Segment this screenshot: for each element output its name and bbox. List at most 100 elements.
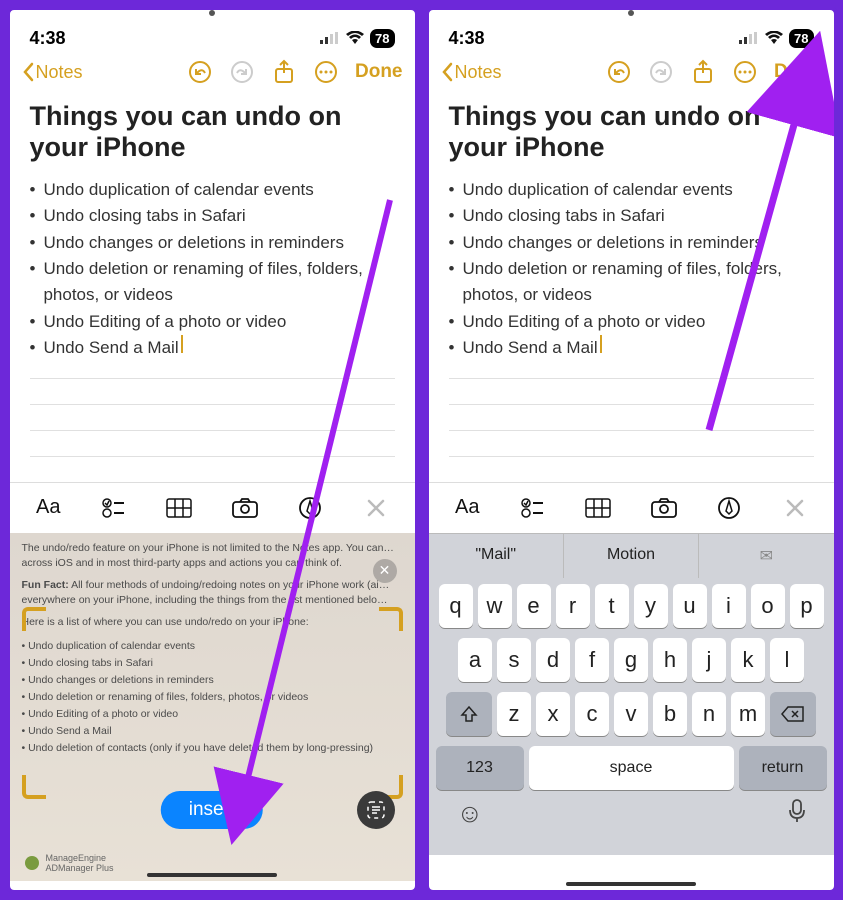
redo-button[interactable] [229, 59, 255, 85]
key-q[interactable]: q [439, 584, 473, 628]
suggestion[interactable]: ✉ [699, 534, 833, 578]
bullet-item[interactable]: Undo Send a Mail [449, 335, 814, 361]
key-t[interactable]: t [595, 584, 629, 628]
bullet-item[interactable]: Undo changes or deletions in reminders [30, 230, 395, 256]
bullet-item[interactable]: Undo Send a Mail [30, 335, 395, 361]
share-button[interactable] [690, 59, 716, 85]
nav-bar: Notes Done [429, 53, 834, 91]
camera-button[interactable] [228, 493, 262, 523]
text-format-button[interactable]: Aa [450, 493, 484, 523]
table-button[interactable] [581, 493, 615, 523]
key-n[interactable]: n [692, 692, 726, 736]
status-bar: 4:38 78 [429, 18, 834, 53]
screenshot-left: 4:38 78 Notes Done Things you can undo o… [6, 6, 419, 894]
key-z[interactable]: z [497, 692, 531, 736]
bullet-item[interactable]: Undo closing tabs in Safari [30, 203, 395, 229]
markup-button[interactable] [293, 493, 327, 523]
shift-key[interactable] [446, 692, 492, 736]
table-button[interactable] [162, 493, 196, 523]
close-toolbar-button[interactable] [778, 493, 812, 523]
close-toolbar-button[interactable] [359, 493, 393, 523]
bullet-item[interactable]: Undo deletion or renaming of files, fold… [30, 256, 395, 309]
done-button[interactable]: Done [774, 61, 822, 83]
note-content[interactable]: Things you can undo on your iPhone Undo … [10, 91, 415, 482]
insert-button[interactable]: insert [161, 791, 263, 829]
back-button[interactable]: Notes [441, 62, 502, 83]
home-indicator[interactable] [147, 873, 277, 877]
wifi-icon [765, 28, 783, 49]
close-livetext-button[interactable]: ✕ [373, 559, 397, 583]
camera-dot [628, 10, 634, 16]
emoji-key[interactable]: ☺ [457, 798, 484, 829]
bullet-item[interactable]: Undo closing tabs in Safari [449, 203, 814, 229]
back-label: Notes [455, 62, 502, 83]
home-indicator[interactable] [566, 882, 696, 886]
back-button[interactable]: Notes [22, 62, 83, 83]
more-button[interactable] [313, 59, 339, 85]
livetext-icon[interactable] [357, 791, 395, 829]
suggestion[interactable]: Motion [564, 534, 699, 578]
undo-button[interactable] [606, 59, 632, 85]
key-p[interactable]: p [790, 584, 824, 628]
scanned-text: everywhere on your iPhone, including the… [22, 594, 403, 606]
status-time: 4:38 [30, 28, 66, 49]
key-h[interactable]: h [653, 638, 687, 682]
redo-button[interactable] [648, 59, 674, 85]
key-m[interactable]: m [731, 692, 765, 736]
ruled-lines [449, 378, 814, 482]
markup-button[interactable] [712, 493, 746, 523]
key-e[interactable]: e [517, 584, 551, 628]
text-cursor [181, 335, 183, 353]
key-r[interactable]: r [556, 584, 590, 628]
dictation-key[interactable] [788, 798, 806, 829]
bullet-item[interactable]: Undo Editing of a photo or video [30, 309, 395, 335]
share-button[interactable] [271, 59, 297, 85]
key-i[interactable]: i [712, 584, 746, 628]
key-v[interactable]: v [614, 692, 648, 736]
key-l[interactable]: l [770, 638, 804, 682]
more-button[interactable] [732, 59, 758, 85]
done-button[interactable]: Done [355, 61, 403, 83]
note-title[interactable]: Things you can undo on your iPhone [30, 101, 395, 163]
ad-logo-icon [24, 855, 40, 871]
camera-button[interactable] [647, 493, 681, 523]
bullet-item[interactable]: Undo duplication of calendar events [449, 177, 814, 203]
note-content[interactable]: Things you can undo on your iPhone Undo … [429, 91, 834, 482]
key-j[interactable]: j [692, 638, 726, 682]
key-b[interactable]: b [653, 692, 687, 736]
keyboard-suggestions: "Mail" Motion ✉ [429, 533, 834, 578]
undo-button[interactable] [187, 59, 213, 85]
key-x[interactable]: x [536, 692, 570, 736]
suggestion[interactable]: "Mail" [429, 534, 564, 578]
key-w[interactable]: w [478, 584, 512, 628]
key-o[interactable]: o [751, 584, 785, 628]
scanned-text: across iOS and in most third-party apps … [22, 557, 403, 569]
return-key[interactable]: return [739, 746, 827, 790]
key-u[interactable]: u [673, 584, 707, 628]
key-d[interactable]: d [536, 638, 570, 682]
live-text-panel: ✕ The undo/redo feature on your iPhone i… [10, 533, 415, 881]
key-k[interactable]: k [731, 638, 765, 682]
checklist-button[interactable] [516, 493, 550, 523]
bullet-item[interactable]: Undo Editing of a photo or video [449, 309, 814, 335]
bullet-item[interactable]: Undo duplication of calendar events [30, 177, 395, 203]
space-key[interactable]: space [529, 746, 734, 790]
bullet-item[interactable]: Undo deletion or renaming of files, fold… [449, 256, 814, 309]
key-g[interactable]: g [614, 638, 648, 682]
key-y[interactable]: y [634, 584, 668, 628]
scan-frame [28, 613, 397, 793]
numbers-key[interactable]: 123 [436, 746, 524, 790]
key-f[interactable]: f [575, 638, 609, 682]
cellular-icon [739, 28, 759, 49]
key-s[interactable]: s [497, 638, 531, 682]
bullet-item[interactable]: Undo changes or deletions in reminders [449, 230, 814, 256]
key-a[interactable]: a [458, 638, 492, 682]
text-format-button[interactable]: Aa [31, 493, 65, 523]
note-title[interactable]: Things you can undo on your iPhone [449, 101, 814, 163]
scanned-text: All four methods of undoing/redoing note… [69, 579, 389, 591]
nav-bar: Notes Done [10, 53, 415, 91]
key-c[interactable]: c [575, 692, 609, 736]
backspace-key[interactable] [770, 692, 816, 736]
checklist-button[interactable] [97, 493, 131, 523]
scanned-text: The undo/redo feature on your iPhone is … [22, 542, 403, 554]
